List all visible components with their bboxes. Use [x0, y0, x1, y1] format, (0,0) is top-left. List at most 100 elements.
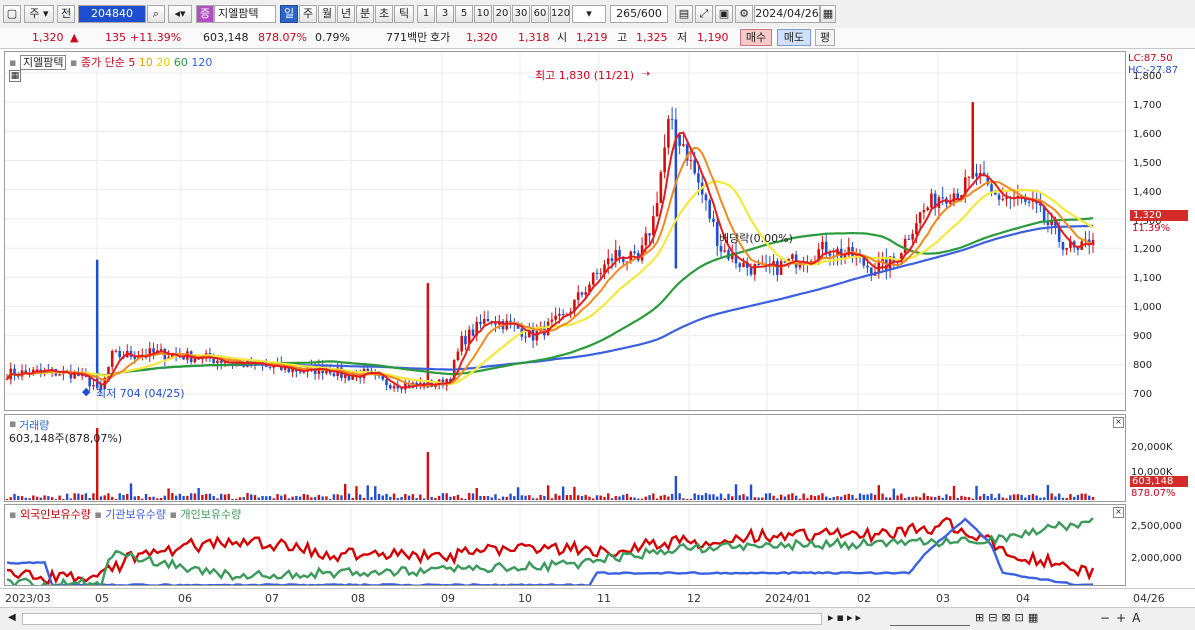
price-tick: 1,700 — [1133, 99, 1162, 111]
change-percent: +11.39% — [130, 31, 182, 44]
date-input[interactable]: 2024/04/26 — [754, 5, 820, 23]
interval-3-button[interactable]: 3 — [436, 5, 454, 23]
price-chart-panel[interactable]: ▪ 지엘팜텍 ▪ 종가 단순 5 10 20 60 120 ▦ 최고 1,830… — [4, 51, 1126, 411]
scroll-left-icon[interactable]: ◀ — [8, 612, 18, 624]
high-arrow-icon: ➝ — [641, 67, 651, 80]
legend-dot-icon: ▪ — [9, 56, 17, 69]
period-second-button[interactable]: 초 — [375, 5, 393, 23]
legend-foreign: 외국인보유수량 — [19, 508, 91, 521]
price-tick: 1,600 — [1133, 128, 1162, 140]
close-icon[interactable]: × — [1113, 507, 1124, 518]
count-value: 265 — [616, 7, 638, 20]
interval-20-button[interactable]: 20 — [493, 5, 511, 23]
x-label: 07 — [265, 592, 279, 605]
ask-price: 1,320 — [466, 31, 498, 44]
low-arrow-icon: ◆ — [82, 385, 91, 398]
high-label: 고 — [617, 31, 628, 44]
trade-amount: 771백만 — [386, 31, 428, 44]
price-tick: 1,500 — [1133, 157, 1162, 169]
period-minute-button[interactable]: 분 — [356, 5, 374, 23]
volume-canvas — [5, 415, 1095, 501]
interval-30-button[interactable]: 30 — [512, 5, 530, 23]
eval-button[interactable]: 평 — [815, 29, 835, 46]
speaker-icon[interactable]: ◂▾ — [168, 5, 192, 23]
price-tick: 1,000 — [1133, 302, 1162, 314]
legend-inst: 기관보유수량 — [105, 508, 167, 521]
close-icon[interactable]: × — [1113, 417, 1124, 428]
side-button[interactable]: 전 — [57, 5, 75, 23]
annotation-high: 최고 1,830 (11/21) — [535, 69, 635, 82]
interval-1-button[interactable]: 1 — [417, 5, 435, 23]
count-total: /600 — [637, 7, 662, 20]
date-axis: 2023/03 05 06 07 08 09 10 11 12 2024/01 … — [0, 588, 1195, 607]
open-price: 1,219 — [576, 31, 608, 44]
legend-ma60: 60 — [173, 56, 188, 69]
interval-120-button[interactable]: 120 — [550, 5, 570, 23]
turnover-rate: 0.79% — [315, 31, 350, 44]
volume-pct-tag: 878.07% — [1131, 488, 1176, 499]
code-input[interactable]: 204840 — [78, 5, 146, 23]
holdings-axis: 2,500,000 2,000,000 — [1127, 504, 1195, 586]
x-label: 10 — [518, 592, 532, 605]
search-icon[interactable]: ⌕ — [147, 5, 165, 23]
buy-button[interactable]: 매수 — [740, 29, 772, 46]
interval-60-button[interactable]: 60 — [531, 5, 549, 23]
legend-stock-name[interactable]: 지엘팜텍 — [19, 55, 67, 70]
chart-type-icon[interactable]: ▤ — [675, 5, 693, 23]
info-bar: 1,320 ▲ 135 +11.39% 603,148 878.07% 0.79… — [0, 28, 1195, 49]
market-select[interactable]: 주 ▾ — [24, 5, 54, 23]
view-tools-icon[interactable]: ⊞⊟⊠⊡▦ — [975, 611, 1042, 624]
count-field[interactable]: 265/600 — [610, 5, 668, 23]
price-axis: LC:87.50 HC:-27.87 1,800 1,700 1,600 1,500 1… — [1127, 51, 1195, 411]
period-tick-button[interactable]: 틱 — [394, 5, 414, 23]
last-price-tag: 1,320 — [1130, 210, 1188, 221]
x-label: 04 — [1016, 592, 1030, 605]
legend-dot-icon: ▪ — [69, 56, 78, 69]
window-menu-icon[interactable]: ▢ — [3, 5, 21, 23]
sell-button[interactable]: 매도 — [777, 29, 811, 46]
interval-10-button[interactable]: 10 — [474, 5, 492, 23]
legend-ma120: 120 — [191, 56, 213, 69]
price-tick: 1,400 — [1133, 186, 1162, 198]
period-day-button[interactable]: 일 — [280, 5, 298, 23]
holdings-panel[interactable]: ▪ 외국인보유수량 ▪ 기관보유수량 ▪ 개인보유수량 × — [4, 504, 1126, 586]
legend-dot-icon: ▪ — [94, 508, 102, 521]
save-icon[interactable]: ▣ — [715, 5, 733, 23]
legend-dot-icon: ▪ — [9, 508, 17, 521]
x-label: 06 — [178, 592, 192, 605]
holdings-tick-2000000: 2,000,000 — [1131, 553, 1182, 564]
interval-dropdown[interactable]: ▾ — [572, 5, 606, 23]
price-tick: 1,200 — [1133, 244, 1162, 256]
calendar-icon[interactable]: ▦ — [820, 5, 836, 23]
volume-panel[interactable]: ▪ 거래량 603,148주(878,07%) × — [4, 414, 1126, 502]
x-label: 03 — [936, 592, 950, 605]
draw-icon[interactable]: ⤢ — [695, 5, 713, 23]
legend-ma-title: 종가 단순 — [80, 56, 125, 69]
low-price: 1,190 — [697, 31, 729, 44]
high-price: 1,325 — [636, 31, 668, 44]
holdings-tick-2500000: 2,500,000 — [1131, 521, 1182, 532]
volume-value: 603,148 — [203, 31, 249, 44]
zoom-controls-icon[interactable]: −+A — [1100, 611, 1146, 625]
legend-dot-icon: ▪ — [169, 508, 177, 521]
price-tick: 800 — [1133, 360, 1153, 371]
open-label: 시 — [557, 31, 568, 44]
gear-icon[interactable]: ⚙ — [735, 5, 753, 23]
legend-dot-icon: ▪ — [9, 417, 17, 430]
price-chart-canvas — [5, 52, 1125, 410]
zoom-slider[interactable] — [890, 611, 970, 626]
price-tick: 1,100 — [1133, 273, 1162, 285]
stock-badge: 증 — [196, 5, 214, 23]
period-month-button[interactable]: 월 — [318, 5, 336, 23]
legend-ma10: 10 — [138, 56, 153, 69]
table-toggle-icon[interactable]: ▦ — [9, 70, 21, 82]
interval-5-button[interactable]: 5 — [455, 5, 473, 23]
x-label: 11 — [597, 592, 611, 605]
legend-ma20: 20 — [156, 56, 171, 69]
period-week-button[interactable]: 주 — [299, 5, 317, 23]
horizontal-scrollbar[interactable] — [22, 613, 822, 625]
period-year-button[interactable]: 년 — [337, 5, 355, 23]
price-legend: ▪ 지엘팜텍 ▪ 종가 단순 5 10 20 60 120 — [9, 54, 212, 70]
x-label: 2024/01 — [765, 592, 811, 605]
playback-controls[interactable]: ▸▪▸▸ — [828, 611, 864, 624]
